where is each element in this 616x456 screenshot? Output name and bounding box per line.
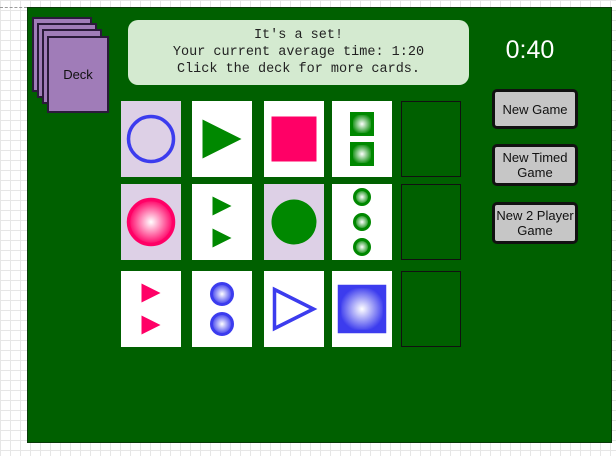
average-time-line: Your current average time: 1:20 xyxy=(172,45,425,60)
card-symbols xyxy=(271,116,317,162)
set-card[interactable] xyxy=(264,184,324,260)
card-symbols xyxy=(337,284,387,334)
triangle-symbol xyxy=(272,286,318,332)
hint-line: Click the deck for more cards. xyxy=(176,62,421,77)
set-card[interactable] xyxy=(121,271,181,347)
circle-symbol xyxy=(271,199,317,245)
square-symbol xyxy=(350,112,374,136)
set-card[interactable] xyxy=(332,271,392,347)
status-message-line: It's a set! xyxy=(253,28,344,43)
card-symbols xyxy=(210,282,234,336)
card-symbols xyxy=(126,114,176,164)
square-symbol xyxy=(350,142,374,166)
card-symbols xyxy=(272,286,318,332)
triangle-symbol xyxy=(212,196,232,216)
status-message-box: It's a set! Your current average time: 1… xyxy=(128,20,469,85)
triangle-symbol xyxy=(141,315,161,335)
square-symbol xyxy=(271,116,317,162)
deck-top-card[interactable]: Deck xyxy=(47,36,109,113)
new-game-button[interactable]: New Game xyxy=(492,89,578,129)
set-card[interactable] xyxy=(192,184,252,260)
triangle-symbol xyxy=(141,283,161,303)
deck-label: Deck xyxy=(63,67,93,82)
triangle-symbol xyxy=(212,228,232,248)
triangle-symbol xyxy=(202,119,242,159)
empty-card-slot xyxy=(401,101,461,177)
circle-symbol xyxy=(353,213,371,231)
set-card[interactable] xyxy=(192,271,252,347)
square-symbol xyxy=(337,284,387,334)
new-2-player-game-button[interactable]: New 2 Player Game xyxy=(492,202,578,244)
card-symbols xyxy=(353,188,371,256)
empty-card-slot xyxy=(401,271,461,347)
circle-symbol xyxy=(210,312,234,336)
deck[interactable]: Deck xyxy=(32,17,112,115)
frame-dashed-edge xyxy=(0,7,27,8)
card-symbols xyxy=(141,283,161,335)
set-card[interactable] xyxy=(332,184,392,260)
circle-symbol xyxy=(126,114,176,164)
card-symbols xyxy=(350,112,374,166)
circle-symbol xyxy=(126,197,176,247)
card-symbols xyxy=(126,197,176,247)
set-card[interactable] xyxy=(121,184,181,260)
game-timer: 0:40 xyxy=(505,36,555,64)
empty-card-slot xyxy=(401,184,461,260)
circle-symbol xyxy=(210,282,234,306)
card-symbols xyxy=(202,119,242,159)
set-card[interactable] xyxy=(192,101,252,177)
card-symbols xyxy=(212,196,232,248)
set-card[interactable] xyxy=(121,101,181,177)
card-symbols xyxy=(271,199,317,245)
set-card[interactable] xyxy=(332,101,392,177)
set-card[interactable] xyxy=(264,271,324,347)
circle-symbol xyxy=(353,188,371,206)
circle-symbol xyxy=(353,238,371,256)
set-card[interactable] xyxy=(264,101,324,177)
new-timed-game-button[interactable]: New Timed Game xyxy=(492,144,578,186)
